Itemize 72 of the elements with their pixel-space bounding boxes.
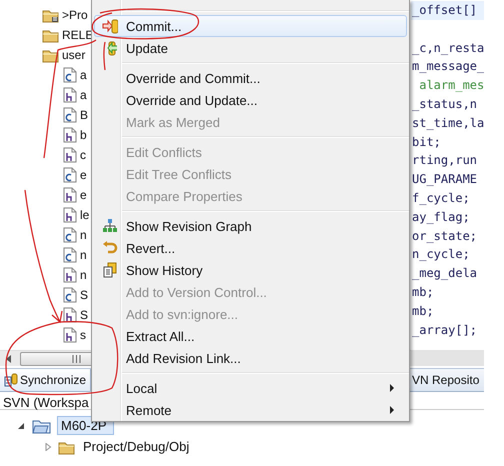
tree-item[interactable]: a — [80, 88, 87, 102]
menu-item[interactable]: Override and Update... — [94, 89, 407, 111]
tree-item[interactable]: >Pro — [62, 8, 88, 22]
code-line: ay_flag; — [411, 208, 471, 226]
tree-item[interactable]: n — [80, 248, 87, 262]
tree-item[interactable]: n — [80, 268, 87, 282]
documents-icon — [102, 262, 118, 278]
code-line: _c,n_resta — [411, 40, 484, 57]
source-file-icon — [63, 287, 77, 303]
header-file-icon — [63, 207, 77, 223]
tree-item[interactable]: user — [62, 48, 86, 62]
header-file-icon — [63, 147, 77, 163]
code-line: _array[]; — [411, 322, 478, 339]
code-comment: alarm_mes — [418, 77, 484, 94]
tree-item[interactable]: e — [80, 188, 87, 202]
view-tab[interactable]: VN Reposito — [411, 369, 484, 391]
collapsed-arrow-icon[interactable] — [44, 442, 52, 450]
code-line: mb; — [411, 284, 435, 301]
editor-scrollbar[interactable] — [411, 350, 484, 366]
header-file-icon — [63, 307, 77, 323]
code-line: UG_PARAME — [411, 171, 478, 188]
menu-item[interactable]: Update — [94, 37, 407, 59]
tree-item[interactable]: a — [80, 68, 87, 82]
menu-item[interactable]: Extract All... — [94, 325, 407, 347]
menu-item[interactable]: Revert... — [94, 237, 407, 259]
menu-item[interactable]: Show History — [94, 259, 407, 281]
tree-item[interactable]: S — [80, 288, 88, 302]
tree-item[interactable]: c — [80, 148, 86, 162]
tree-item[interactable]: B — [80, 108, 88, 122]
code-line: bit; — [411, 134, 442, 151]
code-line: rting,run — [411, 152, 478, 170]
sync-icon — [4, 372, 18, 388]
source-file-icon — [63, 247, 77, 263]
tree-item[interactable]: RELE — [62, 28, 94, 42]
tree-item[interactable]: S — [80, 308, 88, 322]
source-file-icon — [63, 167, 77, 183]
header-file-icon — [63, 267, 77, 283]
view-tab[interactable]: Synchronize — [0, 369, 92, 391]
code-line: f_cycle; — [411, 190, 471, 207]
menu-item[interactable]: Add Revision Link... — [94, 347, 407, 369]
scroll-left-icon[interactable] — [6, 354, 12, 362]
source-file-icon — [63, 67, 77, 83]
code-line: m_message_ — [411, 58, 484, 76]
tree-item[interactable]: b — [80, 128, 87, 142]
header-file-icon — [63, 127, 77, 143]
submenu-arrow-icon — [390, 406, 394, 414]
tree-item[interactable]: e — [80, 168, 87, 182]
submenu-arrow-icon — [390, 384, 394, 392]
hand-drawn-line — [103, 42, 106, 70]
tree-item[interactable]: s — [80, 328, 86, 342]
code-line: st_time,la — [411, 114, 484, 132]
menu-item[interactable]: Show Revision Graph — [94, 215, 407, 237]
header-file-icon — [63, 87, 77, 103]
tree-item[interactable]: Project/Debug/Obj — [79, 437, 196, 456]
code-line: _meg_dela — [411, 265, 478, 282]
header-file-icon — [63, 187, 77, 203]
tree-item[interactable]: le — [80, 208, 90, 222]
source-file-icon — [63, 107, 77, 123]
code-line: mb; — [411, 302, 435, 320]
header-file-icon — [63, 327, 77, 343]
code-line: _status,n — [411, 96, 478, 113]
menu-item[interactable]: Override and Commit... — [94, 67, 407, 89]
tree-item[interactable]: n — [80, 228, 87, 242]
hierarchy-icon — [102, 218, 118, 234]
code-line: or_state; — [411, 228, 478, 245]
code-line: n_cycle; — [411, 246, 471, 264]
commit-icon — [102, 18, 118, 34]
project-folder-icon — [31, 418, 53, 434]
expanded-arrow-icon[interactable] — [17, 422, 25, 430]
menu-item[interactable]: Commit... — [94, 15, 407, 37]
undo-arrow-icon — [102, 240, 118, 256]
source-file-icon — [63, 227, 77, 243]
